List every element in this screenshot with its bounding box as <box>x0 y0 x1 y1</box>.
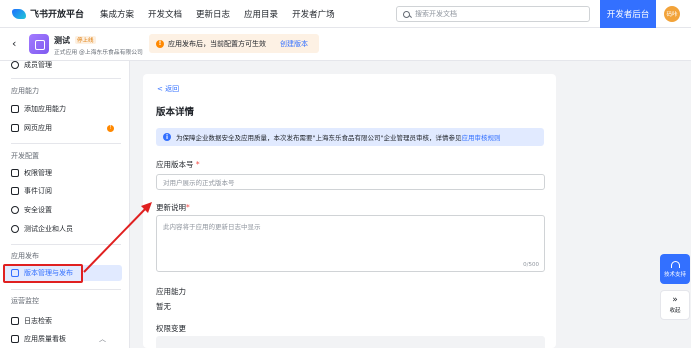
nav-link-docs[interactable]: 开发文档 <box>148 8 182 20</box>
section-release: 应用发布 <box>11 252 39 260</box>
double-chevron-right-icon: » <box>672 295 678 305</box>
section-dev-config: 开发配置 <box>11 152 39 160</box>
event-icon <box>11 187 19 195</box>
app-status-tag: 停上线 <box>75 36 96 44</box>
create-version-link[interactable]: 创建版本 <box>280 39 308 49</box>
sidebar: 成员管理 应用能力 添加应用能力 网页应用 ! 开发配置 权限管理 事件订阅 安… <box>0 61 130 348</box>
divider <box>11 78 121 79</box>
review-rules-link[interactable]: 应用审核规则 <box>461 132 500 142</box>
sidebar-item-members[interactable]: 成员管理 <box>4 61 122 73</box>
nav-link-app-directory[interactable]: 应用目录 <box>244 8 278 20</box>
grid-plus-icon <box>11 105 19 113</box>
divider <box>11 289 121 290</box>
log-icon <box>11 317 19 325</box>
search-placeholder: 搜索开发文档 <box>415 10 457 18</box>
sidebar-item-label: 安全设置 <box>24 206 52 214</box>
feishu-logo-icon <box>12 8 26 19</box>
back-arrow-icon[interactable]: ‹ <box>12 37 16 50</box>
sidebar-item-label: 权限管理 <box>24 169 52 177</box>
back-link[interactable]: < 返回 <box>157 84 179 94</box>
sidebar-item-label: 成员管理 <box>24 61 52 69</box>
permission-change-table <box>156 336 545 348</box>
required-mark: * <box>186 203 190 212</box>
support-label: 技术支持 <box>663 271 686 278</box>
section-ops: 运营监控 <box>11 297 39 305</box>
release-notes-placeholder: 此内容将于应用的更新日志中显示 <box>163 223 261 231</box>
sidebar-item-web-app[interactable]: 网页应用 ! <box>4 120 122 136</box>
label-text: 应用版本号 <box>156 160 194 169</box>
tech-support-button[interactable]: 技术支持 <box>660 254 690 284</box>
nav-link-developer-square[interactable]: 开发者广场 <box>292 8 335 20</box>
sidebar-item-permission[interactable]: 权限管理 <box>4 165 122 181</box>
char-counter: 0/500 <box>523 262 539 268</box>
release-notes-textarea[interactable]: 此内容将于应用的更新日志中显示 0/500 <box>156 215 545 272</box>
version-number-label: 应用版本号 * <box>156 159 200 170</box>
warning-icon: ! <box>156 39 164 48</box>
divider <box>11 143 121 144</box>
capability-value: 暂无 <box>156 302 171 311</box>
logo[interactable]: 飞书开放平台 <box>12 7 100 20</box>
required-mark: * <box>195 160 200 169</box>
app-subtitle: 正式应用 @上海东乐食品有限公司 <box>54 50 143 56</box>
sidebar-item-quality[interactable]: 应用质量看板 ︿ <box>4 331 122 347</box>
version-number-input[interactable]: 对用户展示的正式版本号 <box>156 174 545 190</box>
release-notes-label: 更新说明* <box>156 202 190 213</box>
nav-link-changelog[interactable]: 更新日志 <box>196 8 230 20</box>
avatar[interactable]: 码咔 <box>664 6 680 22</box>
headset-icon <box>670 260 680 268</box>
banner-text: 应用发布后，当前配置方可生效 <box>168 39 266 48</box>
collapse-button[interactable]: » 收起 <box>660 290 690 320</box>
capability-label: 应用能力 <box>156 287 186 296</box>
key-icon <box>11 169 19 177</box>
nav-link-solutions[interactable]: 集成方案 <box>100 8 134 20</box>
app-header: ‹ 测试 停上线 正式应用 @上海东乐食品有限公司 ! 应用发布后，当前配置方可… <box>0 28 691 61</box>
shield-icon <box>11 206 19 214</box>
info-text: 为保障企业数据安全及应用质量，本次发布需要"上海东乐食品有限公司"企业管理员审核… <box>176 134 462 142</box>
sidebar-item-test-enterprise[interactable]: 测试企业和人员 <box>4 221 122 237</box>
dashboard-icon <box>11 335 19 343</box>
user-icon <box>11 61 19 69</box>
alert-badge: ! <box>107 124 114 132</box>
sidebar-item-log[interactable]: 日志检索 <box>4 313 122 329</box>
sidebar-item-label: 事件订阅 <box>24 187 52 195</box>
chevron-up-icon[interactable]: ︿ <box>99 334 106 344</box>
permission-change-label: 权限变更 <box>156 324 186 333</box>
info-icon: i <box>163 133 171 141</box>
collapse-label: 收起 <box>669 308 681 314</box>
search-icon <box>403 10 410 18</box>
developer-console-button[interactable]: 开发者后台 <box>600 0 656 28</box>
version-detail-card: < 返回 版本详情 i 为保障企业数据安全及应用质量，本次发布需要"上海东乐食品… <box>143 74 556 348</box>
app-name: 测试 <box>54 36 70 45</box>
sidebar-item-label: 网页应用 <box>24 124 52 132</box>
top-nav: 飞书开放平台 集成方案 开发文档 更新日志 应用目录 开发者广场 搜索开发文档 … <box>0 0 691 28</box>
highlight-annotation-box <box>3 264 83 283</box>
logo-text: 飞书开放平台 <box>30 10 85 20</box>
sidebar-item-add-capability[interactable]: 添加应用能力 <box>4 101 122 117</box>
version-number-placeholder: 对用户展示的正式版本号 <box>163 179 235 187</box>
test-user-icon <box>11 225 19 233</box>
label-text: 更新说明 <box>156 203 186 212</box>
sidebar-item-label: 日志检索 <box>24 317 52 325</box>
divider <box>11 244 121 245</box>
review-info-banner: i 为保障企业数据安全及应用质量，本次发布需要"上海东乐食品有限公司"企业管理员… <box>156 128 544 146</box>
app-icon <box>29 34 49 54</box>
publish-warning-banner: ! 应用发布后，当前配置方可生效 创建版本 <box>149 34 319 53</box>
sidebar-item-event[interactable]: 事件订阅 <box>4 183 122 199</box>
web-app-icon <box>11 124 19 132</box>
sidebar-item-label: 添加应用能力 <box>24 105 66 113</box>
sidebar-item-label: 测试企业和人员 <box>24 225 73 233</box>
nav-links: 集成方案 开发文档 更新日志 应用目录 开发者广场 <box>100 8 349 20</box>
sidebar-item-security[interactable]: 安全设置 <box>4 202 122 218</box>
section-capability: 应用能力 <box>11 87 39 95</box>
page-title: 版本详情 <box>156 107 195 118</box>
search-input[interactable]: 搜索开发文档 <box>396 6 590 22</box>
sidebar-item-label: 应用质量看板 <box>24 335 66 343</box>
